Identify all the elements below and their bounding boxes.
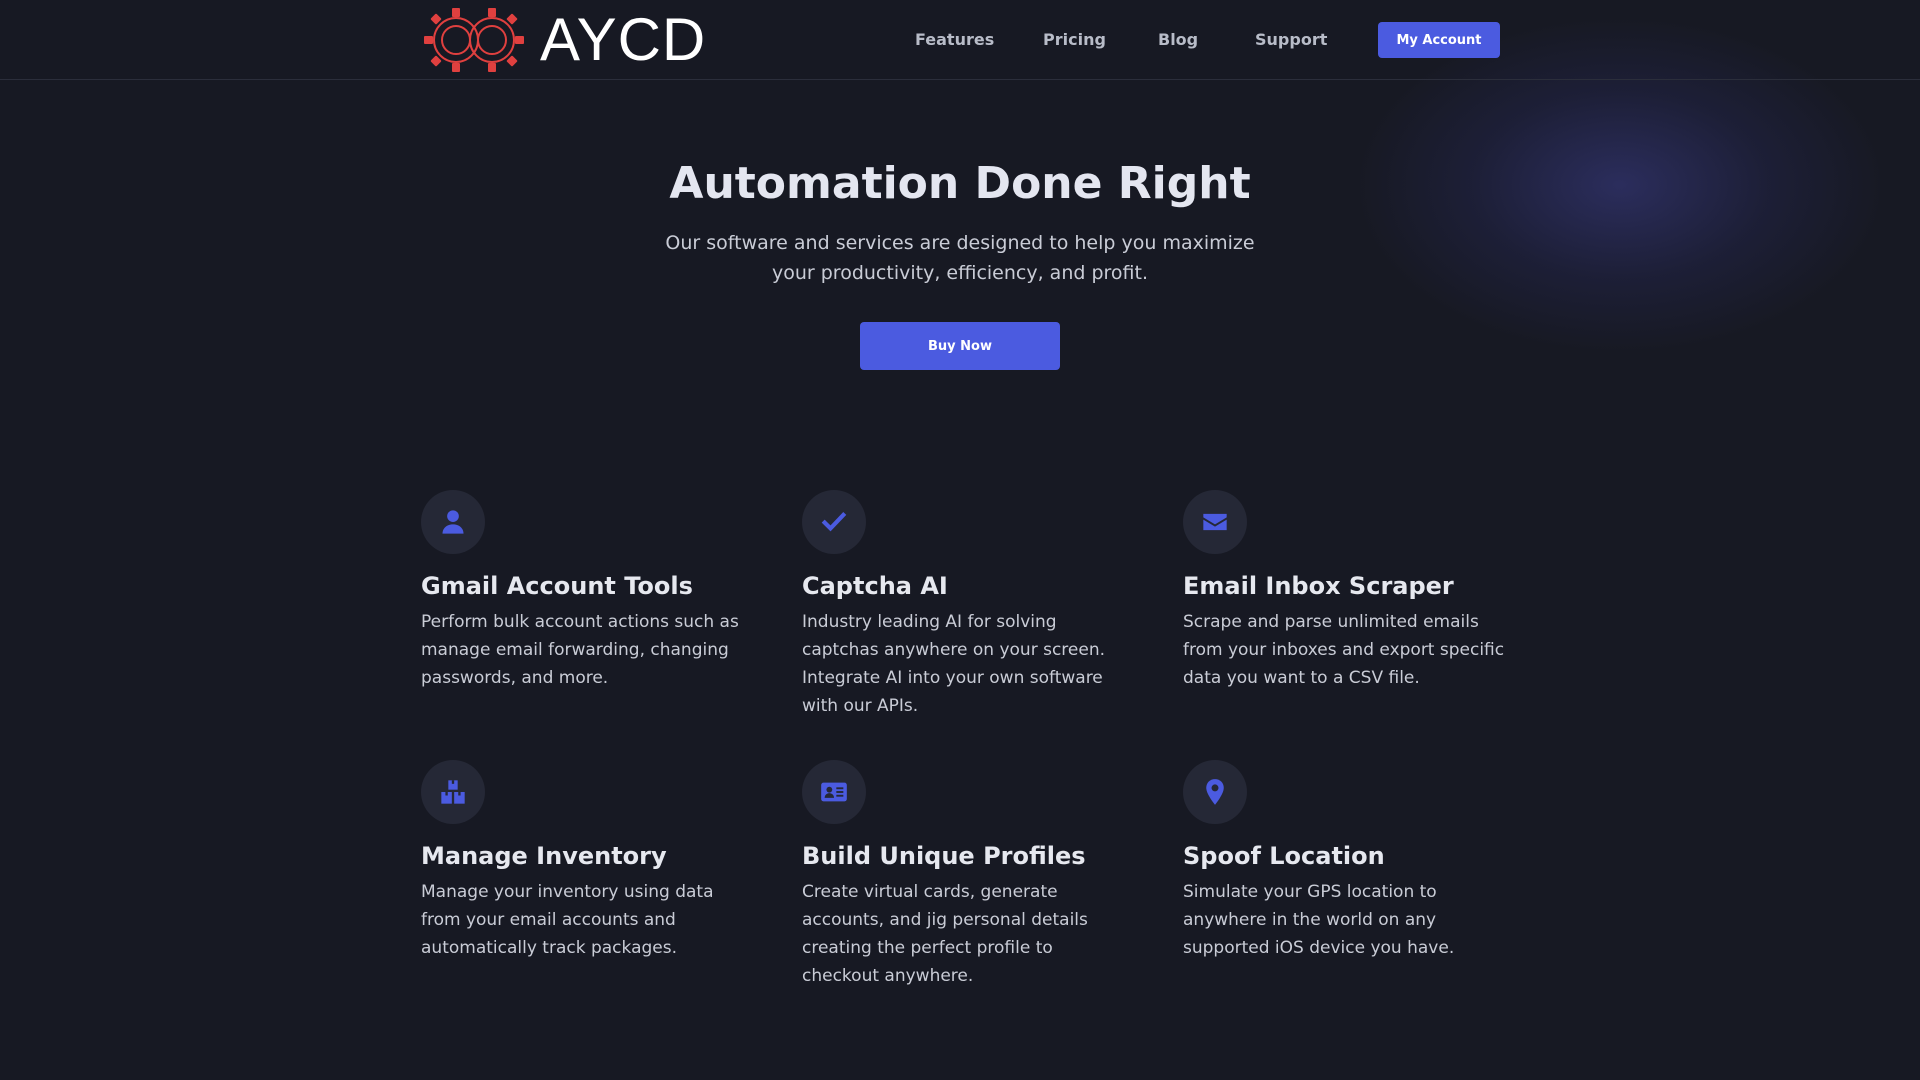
nav-link-blog[interactable]: Blog (1158, 30, 1198, 49)
brand-logo[interactable]: AYCD (420, 4, 706, 76)
feature-card: Spoof Location Simulate your GPS locatio… (1183, 760, 1513, 962)
gear-logo-icon (424, 8, 524, 72)
feature-card: Manage Inventory Manage your inventory u… (421, 760, 751, 962)
nav-link-features[interactable]: Features (915, 30, 994, 49)
feature-icon-circle (802, 490, 866, 554)
site-header: AYCD Features Pricing Blog Support My Ac… (0, 0, 1920, 80)
feature-description: Industry leading AI for solving captchas… (802, 612, 1106, 716)
feature-title: Email Inbox Scraper (1183, 572, 1454, 600)
feature-icon-circle (421, 490, 485, 554)
feature-card: Build Unique Profiles Create virtual car… (802, 760, 1132, 990)
user-icon (442, 510, 464, 534)
map-pin-icon (1206, 779, 1224, 805)
feature-icon-circle (421, 760, 485, 824)
feature-icon-circle (1183, 760, 1247, 824)
brand-name: AYCD (540, 6, 707, 73)
feature-icon-circle (802, 760, 866, 824)
envelope-icon (1203, 513, 1227, 531)
nav-link-pricing[interactable]: Pricing (1043, 30, 1106, 49)
feature-description: Perform bulk account actions such as man… (421, 612, 739, 688)
feature-title: Gmail Account Tools (421, 572, 693, 600)
feature-description: Scrape and parse unlimited emails from y… (1183, 612, 1505, 688)
feature-title: Build Unique Profiles (802, 842, 1086, 870)
feature-title: Captcha AI (802, 572, 948, 600)
my-account-button[interactable]: My Account (1378, 22, 1500, 58)
feature-description: Create virtual cards, generate accounts,… (802, 882, 1088, 986)
feature-card: Gmail Account Tools Perform bulk account… (421, 490, 751, 692)
id-card-icon (821, 782, 847, 802)
feature-title: Spoof Location (1183, 842, 1385, 870)
check-icon (821, 512, 847, 532)
feature-icon-circle (1183, 490, 1247, 554)
hero-subtitle: Our software and services are designed t… (665, 232, 1255, 284)
hero-title: Automation Done Right (669, 158, 1251, 209)
feature-description: Manage your inventory using data from yo… (421, 882, 714, 958)
feature-description: Simulate your GPS location to anywhere i… (1183, 882, 1455, 958)
feature-card: Email Inbox Scraper Scrape and parse unl… (1183, 490, 1513, 692)
feature-card: Captcha AI Industry leading AI for solvi… (802, 490, 1132, 720)
boxes-icon (441, 780, 465, 804)
page: AYCD Features Pricing Blog Support My Ac… (0, 0, 1920, 1080)
feature-title: Manage Inventory (421, 842, 667, 870)
nav-link-support[interactable]: Support (1255, 30, 1327, 49)
buy-now-button[interactable]: Buy Now (860, 322, 1060, 370)
